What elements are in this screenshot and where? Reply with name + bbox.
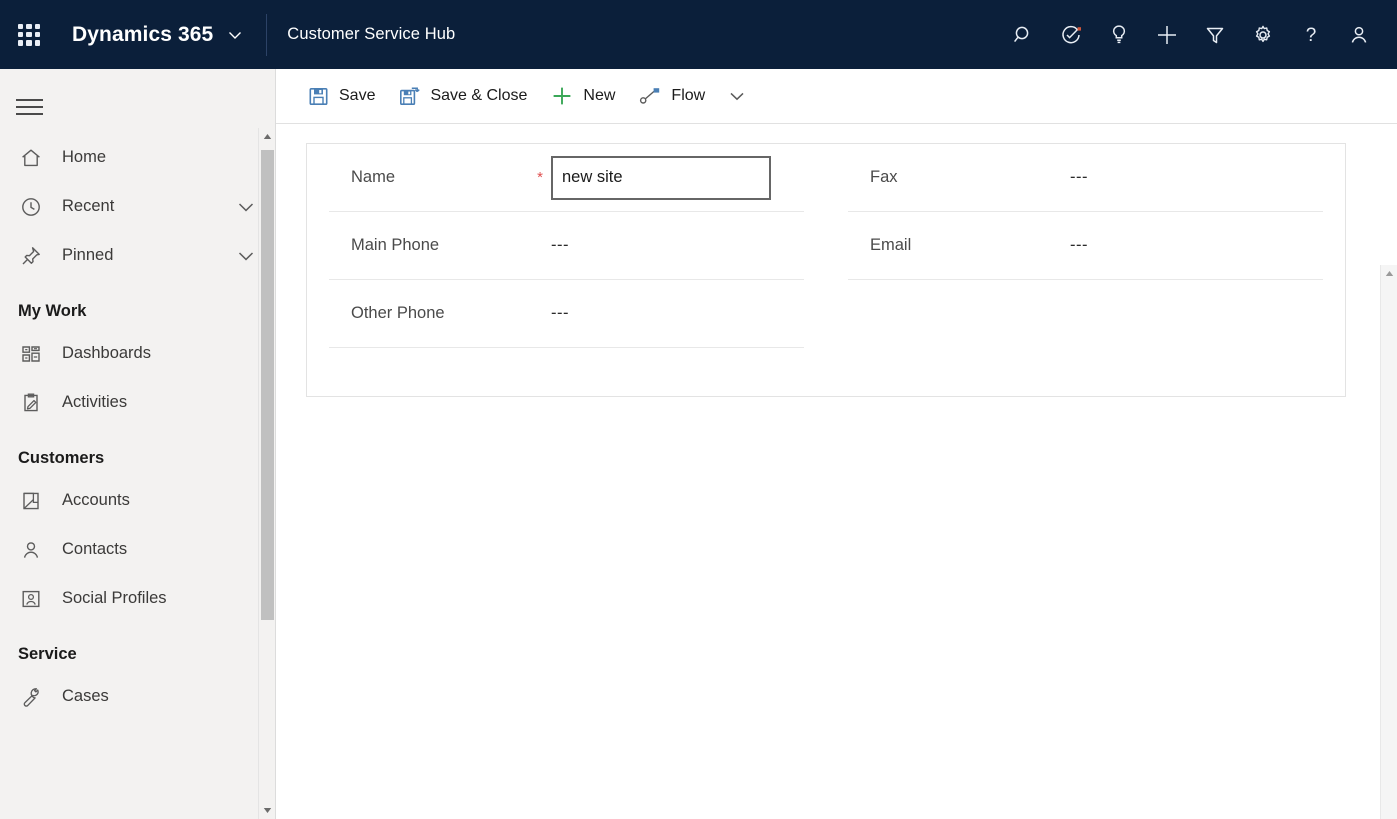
name-input[interactable] bbox=[551, 156, 771, 200]
help-icon[interactable]: ? bbox=[1287, 10, 1335, 60]
sidebar-item-recent[interactable]: Recent bbox=[0, 182, 275, 231]
sidebar-item-label: Pinned bbox=[62, 246, 235, 265]
save-button[interactable]: Save bbox=[296, 76, 387, 116]
top-navigation-bar: Dynamics 365 Customer Service Hub bbox=[0, 0, 1397, 69]
sidebar-item-activities[interactable]: Activities bbox=[0, 378, 275, 427]
chevron-down-icon[interactable] bbox=[235, 245, 257, 267]
sidebar-item-cases[interactable]: Cases bbox=[0, 672, 275, 721]
field-row-other-phone: Other Phone --- bbox=[329, 280, 804, 348]
field-row-empty-right-1 bbox=[848, 280, 1323, 348]
name-field-label: Name bbox=[329, 168, 529, 187]
main-scrollbar[interactable] bbox=[1380, 265, 1397, 819]
lightbulb-icon[interactable] bbox=[1095, 10, 1143, 60]
main-phone-field-label: Main Phone bbox=[329, 236, 529, 255]
sidebar-item-label: Contacts bbox=[62, 540, 257, 559]
save-button-label: Save bbox=[339, 88, 375, 104]
main-phone-field-value[interactable]: --- bbox=[551, 236, 569, 255]
sidebar-item-home[interactable]: Home bbox=[0, 133, 275, 182]
dynamics-365-app: Dynamics 365 Customer Service Hub bbox=[0, 0, 1397, 819]
cases-icon bbox=[18, 686, 44, 708]
sidebar-item-dashboards[interactable]: Dashboards bbox=[0, 329, 275, 378]
home-icon bbox=[18, 147, 44, 169]
svg-text:?: ? bbox=[1306, 25, 1317, 46]
sidebar-item-label: Cases bbox=[62, 687, 257, 706]
dashboard-icon bbox=[18, 343, 44, 365]
save-and-close-icon bbox=[399, 86, 420, 107]
chevron-down-icon[interactable] bbox=[235, 196, 257, 218]
sidebar-group-customers: Customers bbox=[0, 427, 275, 476]
required-marker-icon: * bbox=[529, 170, 551, 185]
sidebar-item-pinned[interactable]: Pinned bbox=[0, 231, 275, 280]
contacts-icon bbox=[18, 539, 44, 561]
field-row-fax: Fax --- bbox=[848, 144, 1323, 212]
save-icon bbox=[308, 86, 329, 107]
plus-icon[interactable] bbox=[1143, 10, 1191, 60]
sidebar-item-label: Accounts bbox=[62, 491, 257, 510]
scroll-down-arrow-icon[interactable] bbox=[259, 802, 276, 819]
other-phone-field-value[interactable]: --- bbox=[551, 304, 569, 323]
form-column-left: Name * Main Phone --- Other Phone --- bbox=[307, 144, 826, 396]
header-divider bbox=[266, 14, 267, 56]
new-button-label: New bbox=[583, 88, 615, 104]
field-row-empty-left bbox=[329, 348, 804, 416]
save-and-close-button-label: Save & Close bbox=[430, 88, 527, 104]
hamburger-menu-icon[interactable] bbox=[16, 94, 50, 120]
social-profile-icon bbox=[18, 588, 44, 610]
filter-icon[interactable] bbox=[1191, 10, 1239, 60]
email-field-value[interactable]: --- bbox=[1070, 236, 1088, 255]
site-map-sidebar: Home Recent Pinned bbox=[0, 69, 276, 819]
user-avatar-icon[interactable] bbox=[1335, 10, 1383, 60]
name-input-wrapper bbox=[551, 156, 771, 200]
sidebar-item-contacts[interactable]: Contacts bbox=[0, 525, 275, 574]
sidebar-scrollbar[interactable] bbox=[258, 128, 275, 819]
command-bar: Save Save & Close New bbox=[276, 69, 1397, 124]
app-launcher-icon[interactable] bbox=[14, 20, 44, 50]
assistant-icon[interactable] bbox=[1047, 10, 1095, 60]
field-row-empty-right-2 bbox=[848, 348, 1323, 416]
email-field-label: Email bbox=[848, 236, 1048, 255]
save-and-close-button[interactable]: Save & Close bbox=[387, 76, 539, 116]
search-icon[interactable] bbox=[999, 10, 1047, 60]
sidebar-item-label: Dashboards bbox=[62, 344, 257, 363]
clock-icon bbox=[18, 196, 44, 218]
sidebar-group-my-work: My Work bbox=[0, 280, 275, 329]
field-row-name: Name * bbox=[329, 144, 804, 212]
gear-icon[interactable] bbox=[1239, 10, 1287, 60]
fax-field-label: Fax bbox=[848, 168, 1048, 187]
app-title: Customer Service Hub bbox=[287, 25, 455, 44]
sidebar-item-social-profiles[interactable]: Social Profiles bbox=[0, 574, 275, 623]
header-icon-group: ? bbox=[999, 10, 1397, 60]
flow-icon bbox=[639, 86, 661, 106]
sidebar-group-service: Service bbox=[0, 623, 275, 672]
sidebar-scrollbar-thumb[interactable] bbox=[261, 150, 274, 620]
field-row-main-phone: Main Phone --- bbox=[329, 212, 804, 280]
sidebar-nav-list: Home Recent Pinned bbox=[0, 120, 275, 721]
pin-icon bbox=[18, 245, 44, 267]
flow-button[interactable]: Flow bbox=[627, 76, 717, 116]
activities-icon bbox=[18, 392, 44, 414]
sidebar-item-label: Recent bbox=[62, 197, 235, 216]
other-phone-field-label: Other Phone bbox=[329, 304, 529, 323]
fax-field-value[interactable]: --- bbox=[1070, 168, 1088, 187]
brand-chevron-down-icon[interactable] bbox=[226, 26, 244, 44]
scroll-up-arrow-icon[interactable] bbox=[259, 128, 276, 145]
scroll-up-arrow-icon[interactable] bbox=[1381, 265, 1397, 282]
sidebar-item-label: Home bbox=[62, 148, 257, 167]
brand-label[interactable]: Dynamics 365 bbox=[72, 23, 213, 47]
sidebar-item-accounts[interactable]: Accounts bbox=[0, 476, 275, 525]
sidebar-item-label: Social Profiles bbox=[62, 589, 257, 608]
plus-icon bbox=[551, 85, 573, 107]
form-column-right: Fax --- Email --- bbox=[826, 144, 1345, 396]
sidebar-item-label: Activities bbox=[62, 393, 257, 412]
flow-button-label: Flow bbox=[671, 88, 705, 104]
new-button[interactable]: New bbox=[539, 76, 627, 116]
general-tab-form-card: Name * Main Phone --- Other Phone --- bbox=[306, 143, 1346, 397]
field-row-email: Email --- bbox=[848, 212, 1323, 280]
command-overflow-chevron-down-icon[interactable] bbox=[717, 76, 757, 116]
accounts-icon bbox=[18, 490, 44, 512]
